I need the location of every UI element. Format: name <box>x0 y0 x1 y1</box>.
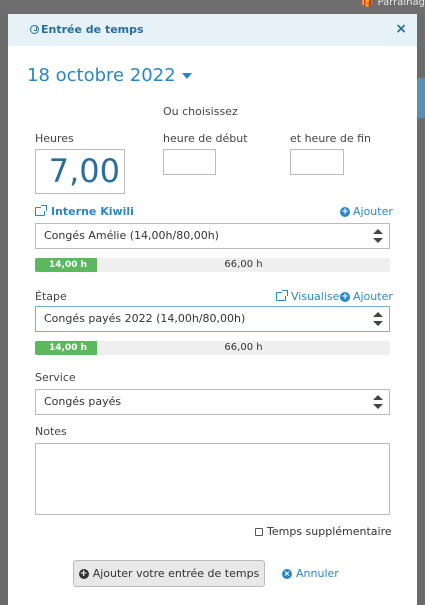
plus-circle-icon: + <box>340 291 350 302</box>
close-icon[interactable]: × <box>395 21 407 37</box>
project-select[interactable]: Congés Amélie (14,00h/80,00h) <box>35 223 390 249</box>
external-link-icon <box>35 205 47 216</box>
select-arrows-icon <box>373 312 383 326</box>
notes-label: Notes <box>35 425 67 438</box>
caret-down-icon <box>181 72 192 79</box>
project-add-button[interactable]: + Ajouter <box>340 205 393 218</box>
time-entry-modal: Entrée de temps × 18 octobre 2022 Ou cho… <box>8 14 417 605</box>
close-circle-icon: × <box>282 568 292 579</box>
background-side-tab <box>416 78 425 118</box>
step-label: Étape <box>35 290 67 303</box>
step-view-button[interactable]: Visualiser <box>276 290 344 303</box>
project-link[interactable]: Interne Kiwili <box>35 205 134 218</box>
plus-circle-icon: + <box>340 206 350 217</box>
step-progress-bar: 14,00 h 66,00 h <box>35 341 390 355</box>
start-time-input[interactable] <box>163 149 216 175</box>
end-time-label: et heure de fin <box>290 132 371 145</box>
referral-link[interactable]: 🎁 Parrainag <box>361 0 425 8</box>
modal-title: Entrée de temps <box>30 23 144 36</box>
cancel-button[interactable]: × Annuler <box>282 567 339 580</box>
hours-label: Heures <box>35 132 74 145</box>
step-progress-remaining: 66,00 h <box>224 342 263 353</box>
start-time-label: heure de début <box>163 132 248 145</box>
plus-circle-icon: + <box>78 568 89 579</box>
notes-textarea[interactable] <box>35 443 390 515</box>
select-arrows-icon <box>373 229 383 243</box>
gift-icon: 🎁 <box>361 0 374 8</box>
project-progress-bar: 14,00 h 66,00 h <box>35 258 390 272</box>
external-link-icon <box>276 290 288 301</box>
overtime-checkbox[interactable] <box>255 527 263 536</box>
step-add-button[interactable]: + Ajouter <box>340 290 393 303</box>
hours-input[interactable]: 7,00 <box>35 149 125 194</box>
overtime-option[interactable]: Temps supplémentaire <box>255 525 392 538</box>
clock-icon <box>30 25 39 34</box>
service-select[interactable]: Congés payés <box>35 389 390 415</box>
background-topbar: 🎁 Parrainag <box>0 0 425 14</box>
modal-header: Entrée de temps × <box>8 14 417 46</box>
service-label: Service <box>35 371 76 384</box>
end-time-input[interactable] <box>290 149 344 175</box>
select-arrows-icon <box>373 395 383 409</box>
step-select[interactable]: Congés payés 2022 (14,00h/80,00h) <box>35 306 390 332</box>
submit-button[interactable]: + Ajouter votre entrée de temps <box>73 560 265 587</box>
project-progress-remaining: 66,00 h <box>224 259 263 270</box>
date-picker[interactable]: 18 octobre 2022 <box>27 65 192 86</box>
or-choose-label: Ou choisissez <box>163 105 238 118</box>
